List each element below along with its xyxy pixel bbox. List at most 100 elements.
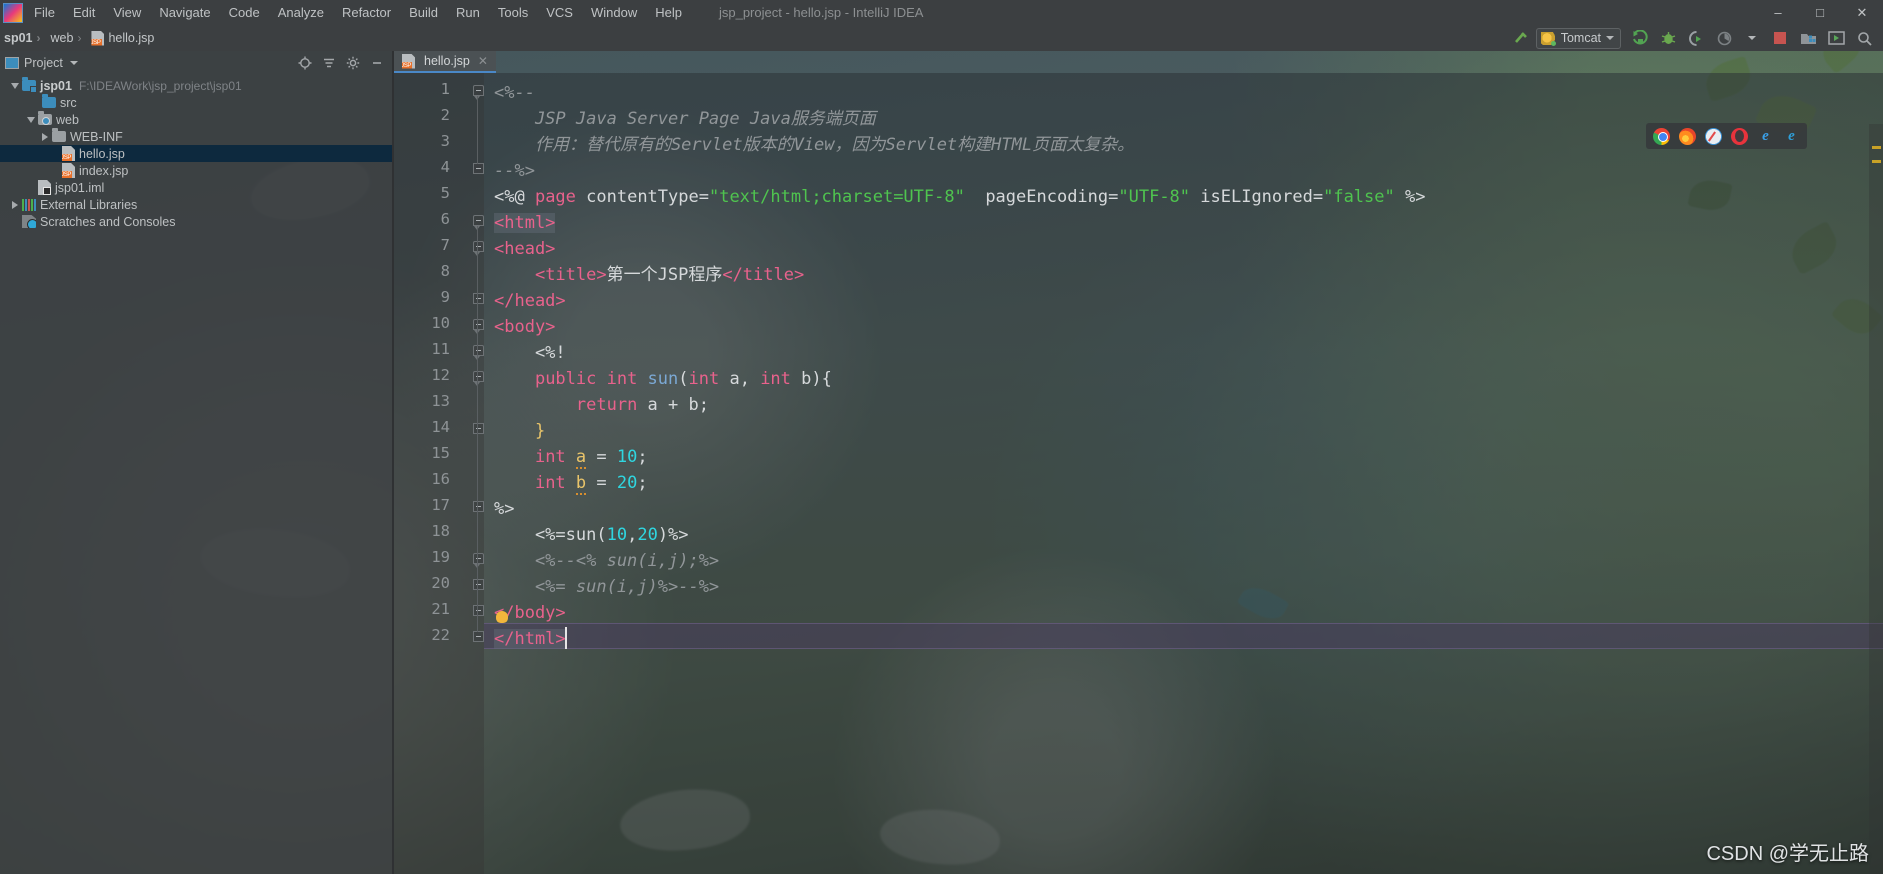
warning-stripe-mark[interactable] (1872, 146, 1881, 149)
editor-gutter[interactable]: 1 2 3 4 5 6 7 8 9 10 11 12 13 14 15 16 17 18 19 20 21 22 (394, 73, 484, 874)
chevron-down-icon[interactable] (69, 61, 78, 65)
menu-item-run[interactable]: Run (447, 1, 489, 25)
twisty-right-icon[interactable] (8, 200, 22, 209)
menu-item-navigate[interactable]: Navigate (150, 1, 219, 25)
tree-node-jsp01-iml[interactable]: jsp01.iml (0, 179, 394, 196)
current-line-highlight (484, 623, 1883, 649)
profile-icon[interactable] (1711, 27, 1737, 49)
tree-node-external-libraries[interactable]: External Libraries (0, 196, 394, 213)
menu-item-vcs[interactable]: VCS (537, 1, 582, 25)
code-line[interactable]: <%=sun(10,20)%> (494, 522, 689, 548)
stop-icon[interactable] (1767, 27, 1793, 49)
panel-resizer-handle[interactable] (392, 51, 394, 874)
code-line[interactable]: %> (494, 496, 514, 522)
tree-node-jsp01[interactable]: jsp01 F:\IDEAWork\jsp_project\jsp01 (0, 77, 394, 94)
code-line[interactable]: 作用：替代原有的Servlet版本的View，因为Servlet构建HTML页面… (494, 132, 1134, 158)
line-number: 3 (440, 132, 450, 150)
code-line[interactable]: </html> (494, 626, 566, 652)
code-line[interactable]: <%-- (494, 80, 535, 106)
collapse-all-icon[interactable] (318, 53, 340, 73)
menu-label: VCS (546, 4, 573, 20)
code-line[interactable]: public int sun(int a, int b){ (494, 366, 832, 392)
tree-node-index-jsp[interactable]: index.jsp (0, 162, 394, 179)
twisty-right-icon[interactable] (38, 132, 52, 141)
open-in-browser-icon[interactable] (1823, 27, 1849, 49)
build-hammer-icon[interactable] (1508, 27, 1534, 49)
menu-item-help[interactable]: Help (646, 1, 691, 25)
line-number: 9 (440, 288, 450, 306)
intention-bulb-icon[interactable] (496, 611, 508, 623)
twisty-down-icon[interactable] (24, 116, 38, 123)
menu-item-analyze[interactable]: Analyze (269, 1, 333, 25)
code-line[interactable]: JSP Java Server Page Java服务端页面 (494, 106, 876, 132)
line-number: 21 (431, 600, 450, 618)
tomcat-icon (1540, 31, 1556, 46)
menu-item-file[interactable]: File (25, 1, 64, 25)
internet-explorer-icon[interactable]: e (1783, 128, 1800, 145)
minimize-button[interactable]: – (1757, 0, 1799, 25)
code-line[interactable]: --%> (494, 158, 535, 184)
safari-icon[interactable] (1705, 127, 1722, 145)
edge-icon[interactable]: e (1757, 128, 1774, 145)
firefox-icon[interactable] (1679, 127, 1696, 145)
opera-icon[interactable] (1731, 127, 1748, 145)
code-line[interactable]: </head> (494, 288, 566, 314)
warning-stripe-mark[interactable] (1872, 160, 1881, 163)
maximize-button[interactable]: □ (1799, 0, 1841, 25)
tree-node-src[interactable]: src (0, 94, 394, 111)
intellij-idea-window: File Edit View Navigate Code Analyze Ref… (0, 0, 1883, 874)
menu-item-code[interactable]: Code (220, 1, 269, 25)
chrome-icon[interactable] (1653, 127, 1670, 145)
breadcrumb-jsp01[interactable]: sp01 › (0, 31, 48, 45)
code-line[interactable]: int a = 10; (494, 444, 648, 470)
locate-target-icon[interactable] (294, 53, 316, 73)
code-line[interactable]: <%@ page contentType="text/html;charset=… (494, 184, 1425, 210)
hide-panel-icon[interactable] (366, 53, 388, 73)
code-line[interactable]: <%--<% sun(i,j);%> (494, 548, 719, 574)
code-token: ; (637, 447, 648, 467)
code-token: int (534, 447, 566, 467)
code-line[interactable]: } (494, 418, 545, 444)
code-line[interactable]: return a + b; (494, 392, 709, 418)
debug-icon[interactable] (1655, 27, 1681, 49)
editor-tab-hello-jsp[interactable]: hello.jsp ✕ (394, 51, 496, 73)
profile-dropdown-icon[interactable] (1739, 27, 1765, 49)
code-line[interactable]: <%! (494, 340, 566, 366)
code-line[interactable]: <title>第一个JSP程序</title> (494, 262, 804, 288)
run-configuration-selector[interactable]: Tomcat (1535, 27, 1621, 49)
tree-node-scratches-and-consoles[interactable]: Scratches and Consoles (0, 213, 394, 230)
menu-item-refactor[interactable]: Refactor (333, 1, 400, 25)
menu-item-view[interactable]: View (104, 1, 150, 25)
close-button[interactable]: ✕ (1841, 0, 1883, 25)
error-stripe-scrollbar[interactable] (1869, 124, 1883, 874)
code-line[interactable]: <%= sun(i,j)%>--%> (494, 574, 719, 600)
search-everywhere-icon[interactable] (1851, 27, 1877, 49)
tree-node-web-inf[interactable]: WEB-INF (0, 128, 394, 145)
source-folder-icon (42, 94, 56, 108)
menu-item-build[interactable]: Build (400, 1, 447, 25)
code-line[interactable]: int b = 20; (494, 470, 648, 496)
tree-node-hello-jsp[interactable]: hello.jsp (0, 145, 394, 162)
code-line[interactable]: <html> (494, 210, 556, 236)
menu-item-tools[interactable]: Tools (489, 1, 537, 25)
close-icon[interactable]: ✕ (478, 54, 488, 68)
attach-debugger-icon[interactable] (1795, 27, 1821, 49)
run-with-coverage-icon[interactable] (1683, 27, 1709, 49)
tree-node-web[interactable]: web (0, 111, 394, 128)
code-canvas[interactable]: <%-- JSP Java Server Page Java服务端页面 作用：替… (484, 73, 1883, 874)
code-line[interactable]: <head> (494, 236, 555, 262)
menu-item-edit[interactable]: Edit (64, 1, 104, 25)
line-number: 16 (431, 470, 450, 488)
breadcrumb-web[interactable]: web › (48, 31, 89, 45)
code-token: a + b; (637, 395, 709, 415)
breadcrumb-hello-jsp[interactable]: hello.jsp (88, 30, 157, 46)
twisty-down-icon[interactable] (8, 82, 22, 89)
code-line[interactable]: <body> (494, 314, 555, 340)
code-token: return (575, 395, 638, 415)
settings-gear-icon[interactable] (342, 53, 364, 73)
menu-item-window[interactable]: Window (582, 1, 646, 25)
run-icon[interactable] (1627, 27, 1653, 49)
line-number: 8 (440, 262, 450, 280)
code-token: </head> (494, 291, 566, 311)
